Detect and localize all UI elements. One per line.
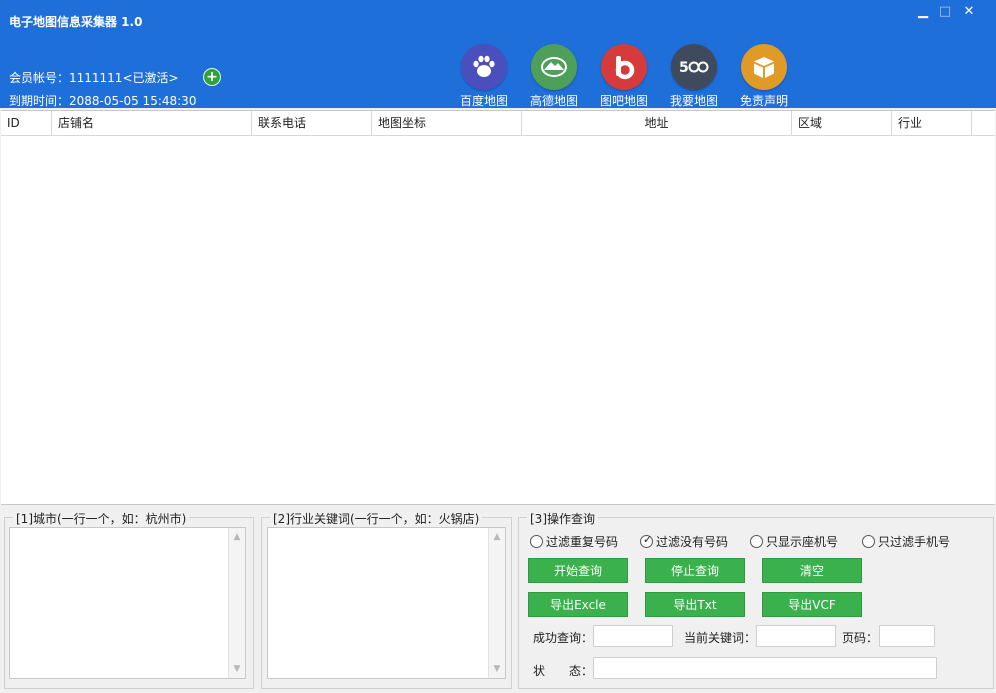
col-address[interactable]: 地址: [522, 111, 792, 135]
app-title: 电子地图信息采集器 1.0: [9, 15, 143, 29]
expire-time: 到期时间：2088-05-05 15:48:30: [9, 94, 197, 108]
radio-label: 过滤没有号码: [656, 535, 729, 549]
toolbar-label: 免责声明: [739, 94, 788, 108]
status-label: 状 态：: [533, 664, 594, 678]
page-label: 页码：: [842, 631, 879, 645]
stop-query-button[interactable]: 停止查询: [645, 558, 745, 583]
export-excel-button[interactable]: 导出Excle: [528, 592, 628, 617]
col-phone[interactable]: 联系电话: [252, 111, 372, 135]
svg-text:5: 5: [679, 60, 689, 76]
radio-label: 只显示座机号: [766, 535, 839, 549]
check-icon: ✓: [643, 533, 653, 546]
clear-button[interactable]: 清空: [762, 558, 862, 583]
city-group-title: [1]城市(一行一个，如：杭州市): [13, 510, 190, 527]
keyword-input[interactable]: ▲ ▼: [267, 527, 506, 679]
landline-only-radio[interactable]: 只显示座机号: [750, 533, 838, 550]
radio-label: 只过滤手机号: [878, 535, 951, 549]
current-keyword-field[interactable]: [756, 625, 836, 647]
col-industry[interactable]: 行业: [892, 111, 972, 135]
member-account: 会员帐号：1111111<已激活>: [9, 71, 179, 85]
success-count-field[interactable]: [593, 625, 673, 647]
keyword-scrollbar[interactable]: ▲ ▼: [488, 528, 505, 678]
toolbar-label: 我要地图: [669, 94, 718, 108]
box-icon: [741, 44, 787, 90]
title-bar: 电子地图信息采集器 1.0 ▁ □ ✕ 会员帐号：1111111<已激活> 到期…: [0, 0, 996, 108]
radio-circle: ✓: [640, 533, 653, 548]
col-region[interactable]: 区域: [792, 111, 892, 135]
baidu-map-button[interactable]: 百度地图: [449, 44, 519, 109]
disclaimer-button[interactable]: 免责声明: [729, 44, 799, 109]
status-field[interactable]: [593, 657, 937, 679]
filter-duplicate-radio[interactable]: 过滤重复号码: [530, 533, 618, 550]
b-logo-icon: [601, 44, 647, 90]
scroll-down-icon[interactable]: ▼: [229, 664, 245, 674]
ops-group-title: [3]操作查询: [527, 510, 598, 527]
mobile-only-radio[interactable]: 只过滤手机号: [862, 533, 950, 550]
gaode-map-button[interactable]: 高德地图: [519, 44, 589, 109]
500-logo-icon: 5: [671, 44, 717, 90]
woyao-map-button[interactable]: 5 我要地图: [659, 44, 729, 109]
minimize-button[interactable]: ▁: [912, 2, 934, 22]
keyword-group-title: [2]行业关键词(一行一个，如：火锅店): [270, 510, 483, 527]
export-vcf-button[interactable]: 导出VCF: [762, 592, 862, 617]
tuba-map-button[interactable]: 图吧地图: [589, 44, 659, 109]
city-input[interactable]: ▲ ▼: [9, 527, 246, 679]
start-query-button[interactable]: 开始查询: [528, 558, 628, 583]
mountain-icon: [531, 44, 577, 90]
scroll-down-icon[interactable]: ▼: [489, 664, 505, 674]
col-shop-name[interactable]: 店铺名: [52, 111, 252, 135]
scroll-up-icon[interactable]: ▲: [229, 532, 245, 542]
page-field[interactable]: [879, 625, 935, 647]
success-count-label: 成功查询：: [533, 631, 594, 645]
add-account-icon[interactable]: +: [203, 68, 221, 86]
toolbar-label: 图吧地图: [599, 94, 648, 108]
table-header: ID 店铺名 联系电话 地图坐标 地址 区域 行业: [1, 111, 995, 136]
export-txt-button[interactable]: 导出Txt: [645, 592, 745, 617]
filter-no-number-radio[interactable]: ✓ 过滤没有号码: [640, 533, 728, 550]
toolbar-label: 高德地图: [529, 94, 578, 108]
radio-circle: [750, 535, 763, 548]
scroll-up-icon[interactable]: ▲: [489, 532, 505, 542]
radio-circle: [862, 535, 875, 548]
toolbar-label: 百度地图: [459, 94, 508, 108]
maximize-button[interactable]: □: [934, 2, 956, 22]
col-coordinates[interactable]: 地图坐标: [372, 111, 522, 135]
col-id[interactable]: ID: [1, 111, 52, 135]
radio-circle: [530, 535, 543, 548]
close-button[interactable]: ✕: [958, 2, 980, 22]
city-scrollbar[interactable]: ▲ ▼: [228, 528, 245, 678]
current-keyword-label: 当前关键词：: [684, 631, 757, 645]
paw-icon: [461, 44, 507, 90]
radio-label: 过滤重复号码: [546, 535, 619, 549]
results-table[interactable]: ID 店铺名 联系电话 地图坐标 地址 区域 行业: [1, 110, 995, 505]
